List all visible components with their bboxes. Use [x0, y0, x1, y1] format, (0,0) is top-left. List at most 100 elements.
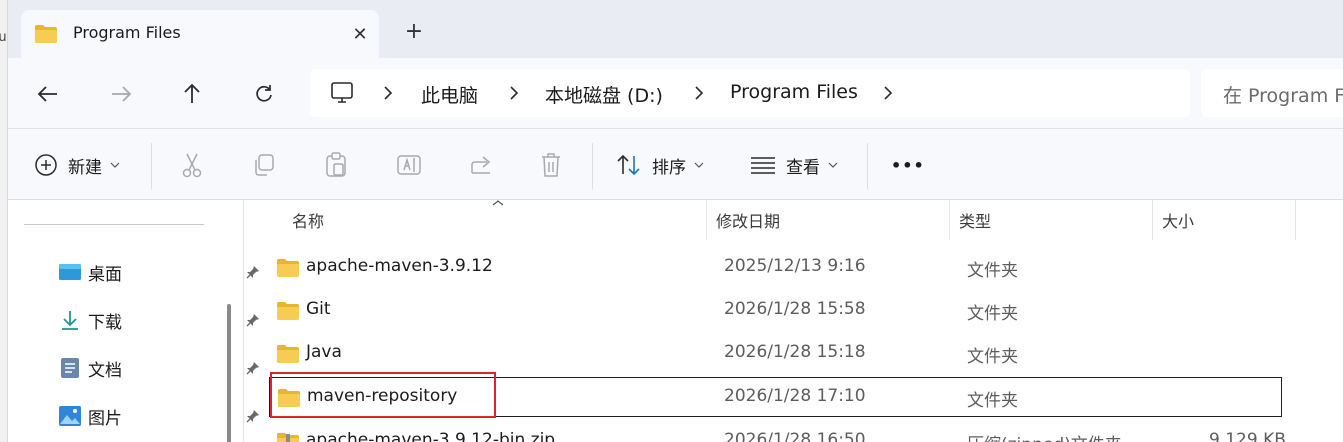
- sidebar-item-label: 文档: [88, 360, 122, 381]
- address-bar[interactable]: 此电脑 本地磁盘 (D:) Program Files: [310, 69, 1190, 117]
- chevron-right-icon: [695, 86, 704, 100]
- search-box[interactable]: 在 Program Files 中搜索: [1201, 69, 1343, 117]
- tab-program-files[interactable]: Program Files ✕: [21, 10, 379, 58]
- column-divider[interactable]: [1295, 200, 1296, 240]
- toolbar-separator: [151, 143, 152, 189]
- arrow-right-icon: [112, 86, 132, 102]
- more-icon: •••: [891, 155, 925, 175]
- share-icon: [471, 156, 491, 174]
- view-button[interactable]: 查看: [750, 151, 838, 179]
- trash-icon: [542, 153, 560, 177]
- chevron-right-icon[interactable]: [880, 84, 896, 102]
- navigation-bar: 此电脑 本地磁盘 (D:) Program Files 在 Program Fi…: [8, 58, 1343, 128]
- copy-icon: [255, 154, 274, 176]
- rename-button[interactable]: [396, 151, 422, 179]
- command-bar: 新建 排序 查看 •••: [8, 128, 1343, 200]
- file-name: apache-maven-3.9.12: [306, 256, 493, 276]
- annotation-highlight: [270, 372, 496, 418]
- column-header-type[interactable]: 类型: [959, 208, 991, 232]
- search-placeholder: 在 Program Files 中搜索: [1223, 85, 1343, 107]
- more-options-button[interactable]: •••: [891, 151, 925, 179]
- new-button[interactable]: 新建: [34, 151, 120, 179]
- pictures-icon: [59, 406, 81, 426]
- breadcrumb-program-files[interactable]: Program Files: [730, 81, 858, 103]
- column-header-size[interactable]: 大小: [1162, 208, 1194, 232]
- column-header-name[interactable]: 名称: [292, 208, 324, 232]
- file-list: 名称 修改日期 类型 大小 apache-maven-3.9.12 2025/1…: [245, 200, 1343, 442]
- toolbar-separator: [867, 143, 868, 189]
- column-divider[interactable]: [949, 200, 950, 240]
- file-date: 2026/1/28 15:18: [724, 342, 866, 362]
- arrow-up-icon: [184, 83, 200, 103]
- file-type: 文件夹: [967, 261, 1018, 281]
- sidebar-item-documents[interactable]: 文档: [58, 353, 259, 383]
- delete-button[interactable]: [540, 151, 562, 179]
- file-date: 2026/1/28 17:10: [724, 386, 866, 406]
- cut-button[interactable]: [180, 151, 204, 179]
- file-explorer-window: Program Files ✕ + 此电脑 本地磁盘 (D:) Program …: [8, 0, 1343, 442]
- column-divider[interactable]: [706, 200, 707, 240]
- sidebar-item-downloads[interactable]: 下载: [58, 305, 259, 335]
- scissors-icon: [182, 153, 202, 178]
- breadcrumb-this-pc[interactable]: 此电脑: [421, 81, 478, 108]
- table-row[interactable]: apache-maven-3.9.12 2025/12/13 9:16 文件夹: [269, 248, 1299, 288]
- file-type: 压缩(zipped)文件夹: [967, 430, 1122, 442]
- nav-pane-scrollbar[interactable]: [227, 304, 231, 442]
- sort-icon: [617, 154, 640, 176]
- up-button[interactable]: [176, 78, 208, 110]
- share-button[interactable]: [469, 151, 493, 179]
- toolbar-separator: [592, 143, 593, 189]
- sort-button[interactable]: 排序: [616, 151, 704, 179]
- file-name: Git: [306, 299, 331, 319]
- forward-button[interactable]: [105, 78, 137, 110]
- table-row[interactable]: Java 2026/1/28 15:18 文件夹: [269, 334, 1299, 374]
- copy-button[interactable]: [252, 151, 276, 179]
- back-button[interactable]: [32, 78, 64, 110]
- background-window-edge: \u2193: [0, 0, 8, 442]
- sidebar-item-desktop[interactable]: 桌面: [58, 257, 259, 287]
- nav-pane-divider: [24, 224, 204, 225]
- table-row[interactable]: apache-maven-3.9.12-bin.zip 2026/1/28 16…: [269, 422, 1299, 442]
- folder-icon: [35, 25, 57, 43]
- chevron-right-icon: [510, 86, 519, 100]
- sidebar-item-pictures[interactable]: 图片: [58, 401, 259, 431]
- arrow-left-icon: [37, 86, 57, 102]
- file-date: 2025/12/13 9:16: [724, 256, 866, 276]
- rename-icon: [397, 155, 421, 175]
- file-type: 文件夹: [967, 304, 1018, 324]
- breadcrumb-local-disk[interactable]: 本地磁盘 (D:): [545, 81, 663, 108]
- plus-circle-icon: [35, 154, 57, 176]
- view-label: 查看: [786, 157, 820, 178]
- download-icon: [62, 311, 78, 330]
- clipboard-icon: [326, 152, 346, 177]
- refresh-icon: [256, 85, 272, 102]
- paste-button[interactable]: [324, 151, 348, 179]
- zip-folder-icon: [277, 433, 299, 442]
- desktop-icon: [59, 264, 81, 280]
- close-tab-icon[interactable]: ✕: [347, 21, 373, 47]
- file-type: 文件夹: [967, 391, 1018, 411]
- chevron-down-icon: [110, 162, 120, 168]
- navigation-pane: 桌面 下载 文档 图片: [8, 200, 259, 442]
- file-name: apache-maven-3.9.12-bin.zip: [306, 430, 556, 442]
- content-area: 桌面 下载 文档 图片 名称 修改日期 类型 大小 apache-maven-3…: [8, 200, 1343, 442]
- table-row[interactable]: Git 2026/1/28 15:58 文件夹: [269, 291, 1299, 331]
- folder-icon: [277, 345, 299, 363]
- sidebar-item-label: 下载: [88, 312, 122, 333]
- file-date: 2026/1/28 15:58: [724, 299, 866, 319]
- file-date: 2026/1/28 16:50: [724, 430, 866, 442]
- file-size: 9,129 KB: [1209, 430, 1286, 442]
- new-tab-button[interactable]: +: [401, 18, 427, 44]
- sidebar-item-label: 图片: [88, 408, 122, 429]
- document-icon: [61, 358, 79, 378]
- refresh-button[interactable]: [248, 78, 280, 110]
- folder-icon: [277, 302, 299, 320]
- column-header-date[interactable]: 修改日期: [716, 208, 780, 232]
- view-list-icon: [751, 157, 775, 174]
- sort-label: 排序: [652, 157, 686, 178]
- chevron-down-icon: [828, 162, 838, 168]
- chevron-right-icon: [384, 86, 393, 100]
- file-type: 文件夹: [967, 347, 1018, 367]
- column-divider[interactable]: [1152, 200, 1153, 240]
- sidebar-item-label: 桌面: [88, 264, 122, 285]
